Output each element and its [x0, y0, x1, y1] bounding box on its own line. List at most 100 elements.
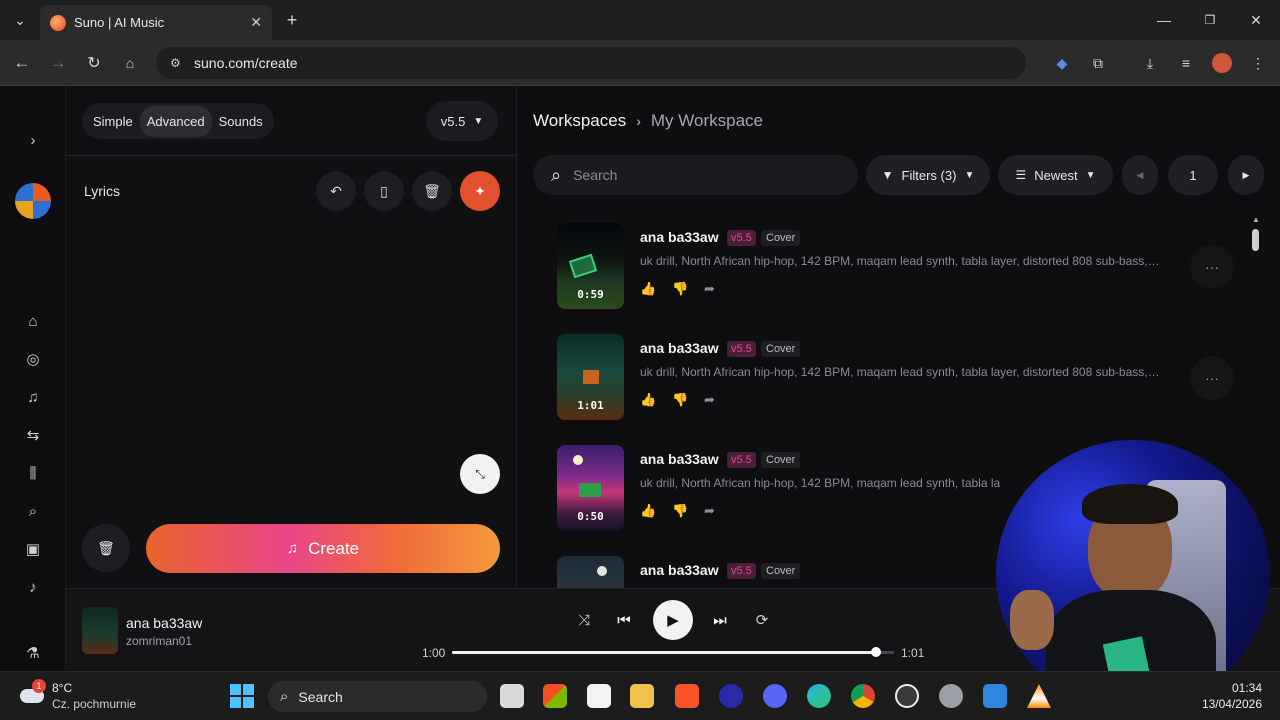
repeat-icon[interactable]: ⟳: [752, 610, 772, 630]
share-icon[interactable]: ➦: [704, 281, 736, 297]
home-icon[interactable]: ⌂: [116, 49, 144, 77]
taskbar-date[interactable]: 13/04/2026: [1190, 697, 1262, 711]
tab-close-icon[interactable]: ✕: [250, 14, 262, 31]
clear-lyrics-button[interactable]: 🗑: [412, 171, 452, 211]
user-avatar[interactable]: [15, 183, 51, 219]
song-title[interactable]: ana ba33aw: [640, 340, 719, 356]
expand-sidebar-icon[interactable]: ›: [20, 129, 46, 151]
mode-simple[interactable]: Simple: [86, 106, 140, 137]
filters-button[interactable]: ▼ Filters (3) ▼: [866, 155, 990, 195]
window-close-icon[interactable]: ✕: [1242, 6, 1270, 34]
scroll-up-icon[interactable]: ▲: [1252, 215, 1260, 224]
app-circle-icon[interactable]: [719, 684, 743, 708]
save-lyrics-button[interactable]: ▯: [364, 171, 404, 211]
song-row[interactable]: 0:59 ana ba33aw v5.5 Cover uk drill, Nor…: [557, 223, 1197, 311]
song-actions: 👍 👎 ➦: [640, 392, 736, 408]
studio-icon[interactable]: ⇆: [20, 424, 46, 446]
browser-menu-icon[interactable]: ⋮: [1244, 49, 1272, 77]
now-playing-title[interactable]: ana ba33aw: [126, 615, 202, 631]
labs-flask-icon[interactable]: ⚗: [20, 642, 46, 664]
microsoft-store-icon[interactable]: [587, 684, 611, 708]
magic-wand-icon: ✦: [474, 182, 486, 199]
explore-compass-icon[interactable]: ◎: [20, 348, 46, 370]
song-more-button[interactable]: ···: [1190, 245, 1234, 289]
browser-tab[interactable]: Suno | AI Music ✕: [40, 5, 272, 40]
inbox-icon[interactable]: ▣: [20, 538, 46, 560]
model-version-select[interactable]: v5.5 ▼: [426, 101, 498, 141]
search-input[interactable]: ⌕ Search: [533, 155, 858, 195]
profile-avatar[interactable]: [1208, 49, 1236, 77]
song-cover[interactable]: [557, 556, 624, 588]
create-button[interactable]: ♫ Create: [146, 524, 500, 573]
now-playing-cover[interactable]: [82, 607, 118, 654]
address-bar[interactable]: ⚙ suno.com/create: [156, 47, 1026, 79]
weather-temperature[interactable]: 8°C: [52, 681, 72, 695]
site-info-icon[interactable]: ⚙: [170, 56, 184, 70]
mode-sounds[interactable]: Sounds: [212, 106, 270, 137]
weather-cloud-icon[interactable]: 1: [20, 679, 46, 707]
song-cover[interactable]: 0:50: [557, 445, 624, 531]
photos-icon[interactable]: [983, 684, 1007, 708]
song-more-button[interactable]: ···: [1190, 356, 1234, 400]
back-icon[interactable]: ←: [8, 49, 36, 77]
file-explorer-icon[interactable]: [630, 684, 654, 708]
share-icon[interactable]: ➦: [704, 392, 736, 408]
tab-search-icon[interactable]: ⌄: [6, 6, 34, 34]
next-page-button[interactable]: ▶: [1228, 155, 1264, 195]
list-scrollbar[interactable]: ▲: [1251, 215, 1261, 255]
media-controls-icon[interactable]: ≡: [1172, 49, 1200, 77]
restore-icon[interactable]: ❐: [1196, 6, 1224, 34]
create-music-note-icon[interactable]: ♫: [20, 386, 46, 408]
reload-icon[interactable]: ↻: [80, 49, 108, 77]
downloads-icon[interactable]: ⤓: [1136, 49, 1164, 77]
windows-start-icon[interactable]: [230, 684, 254, 708]
obs-icon[interactable]: [895, 684, 919, 708]
song-title[interactable]: ana ba33aw: [640, 562, 719, 578]
song-cover[interactable]: 1:01: [557, 334, 624, 420]
taskbar-search[interactable]: ⌕ Search: [268, 681, 487, 712]
thumbs-up-icon[interactable]: 👍: [640, 392, 672, 408]
taskbar-time[interactable]: 01:34: [1198, 681, 1262, 695]
forward-icon[interactable]: →: [44, 49, 72, 77]
extension-shield-icon[interactable]: ◆: [1048, 49, 1076, 77]
song-row[interactable]: 1:01 ana ba33aw v5.5 Cover uk drill, Nor…: [557, 334, 1197, 422]
sort-button[interactable]: ☰ Newest ▼: [998, 155, 1113, 195]
widgets-icon[interactable]: [543, 684, 567, 708]
weather-description[interactable]: Cz. pochmurnie: [52, 697, 136, 711]
thumbs-up-icon[interactable]: 👍: [640, 281, 672, 297]
scrollbar-thumb[interactable]: [1252, 229, 1259, 251]
now-playing-artist[interactable]: zomriman01: [126, 634, 192, 648]
shuffle-icon[interactable]: ⤨: [574, 610, 594, 630]
share-icon[interactable]: ➦: [704, 503, 736, 519]
chrome-icon[interactable]: [851, 684, 875, 708]
minimize-icon[interactable]: —: [1150, 6, 1178, 34]
song-cover[interactable]: 0:59: [557, 223, 624, 309]
thumbs-down-icon[interactable]: 👎: [672, 392, 704, 408]
next-track-icon[interactable]: ⏭: [710, 610, 730, 630]
collapse-button[interactable]: ⤡: [460, 454, 500, 494]
prev-page-button[interactable]: ◀: [1122, 155, 1158, 195]
notifications-bell-icon[interactable]: ♪: [20, 576, 46, 598]
play-button[interactable]: ▶: [653, 600, 693, 640]
thumbs-down-icon[interactable]: 👎: [672, 281, 704, 297]
song-title[interactable]: ana ba33aw: [640, 451, 719, 467]
song-title[interactable]: ana ba33aw: [640, 229, 719, 245]
undo-button[interactable]: ↶: [316, 171, 356, 211]
breadcrumb-workspaces[interactable]: Workspaces: [533, 111, 626, 131]
home-nav-icon[interactable]: ⌂: [20, 310, 46, 332]
edge-icon[interactable]: [807, 684, 831, 708]
generate-lyrics-button[interactable]: ✦: [460, 171, 500, 211]
previous-track-icon[interactable]: ⏮: [614, 610, 634, 630]
library-icon[interactable]: ⫼: [20, 462, 46, 484]
thumbs-up-icon[interactable]: 👍: [640, 503, 672, 519]
extensions-puzzle-icon[interactable]: ⧉: [1084, 49, 1112, 77]
brave-browser-icon[interactable]: [675, 684, 699, 708]
thumbs-down-icon[interactable]: 👎: [672, 503, 704, 519]
settings-gear-icon[interactable]: [939, 684, 963, 708]
reset-form-button[interactable]: 🗑: [82, 524, 130, 572]
search-nav-icon[interactable]: ⌕: [20, 500, 46, 522]
mode-advanced[interactable]: Advanced: [139, 105, 212, 137]
task-view-icon[interactable]: [500, 684, 524, 708]
discord-icon[interactable]: [763, 684, 787, 708]
new-tab-button[interactable]: +: [278, 6, 306, 34]
